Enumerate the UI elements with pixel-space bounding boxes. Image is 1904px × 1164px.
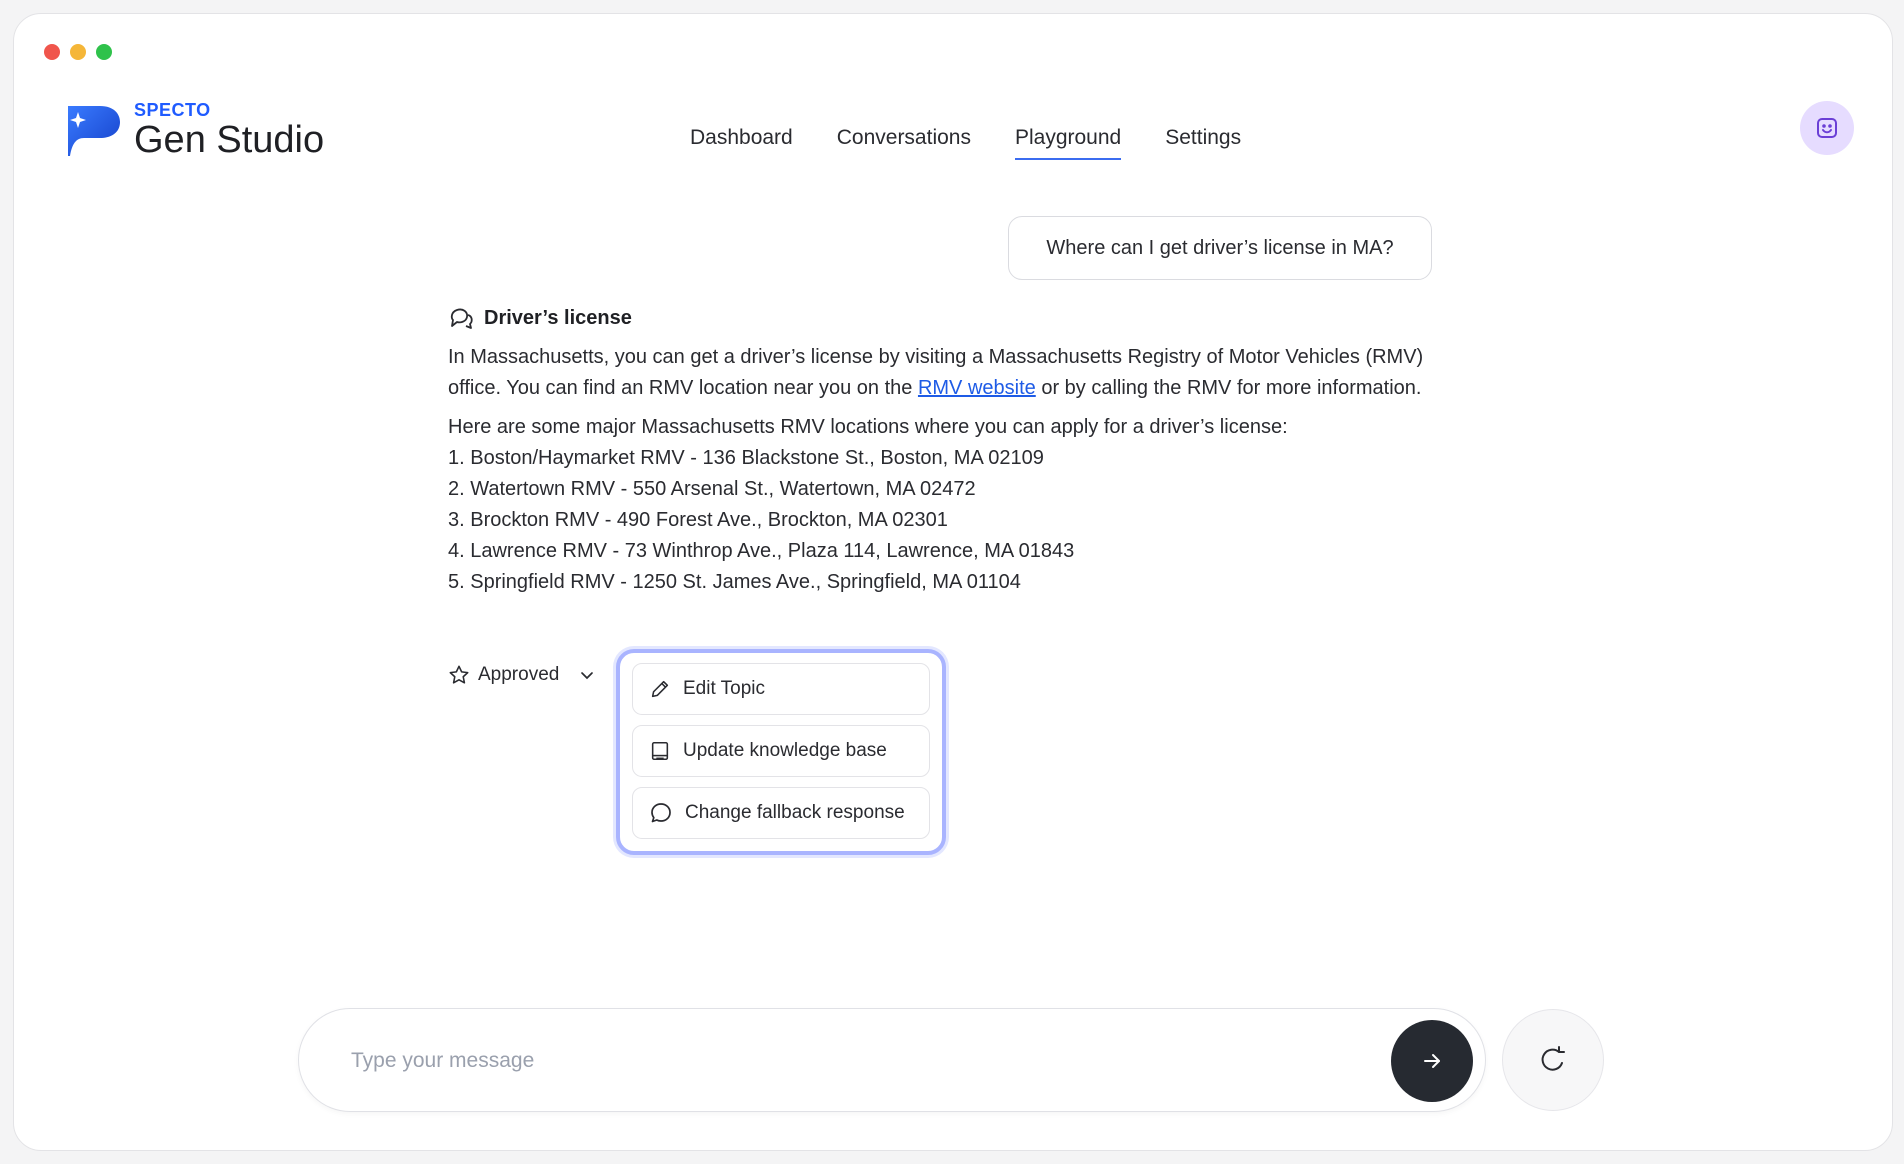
list-item: 1. Boston/Haymarket RMV - 136 Blackstone… — [448, 447, 1044, 469]
top-nav: Dashboard Conversations Playground Setti… — [690, 126, 1241, 160]
assistant-answer: Driver’s license In Massachusetts, you c… — [448, 306, 1438, 598]
answer-text-after-link: or by calling the RMV for more informati… — [1035, 377, 1422, 399]
window-controls — [44, 44, 112, 60]
list-item: 3. Brockton RMV - 490 Forest Ave., Brock… — [448, 509, 948, 531]
actions-menu: Edit Topic Update knowledge base Change … — [616, 649, 946, 855]
specto-logo-icon — [68, 106, 120, 156]
nav-settings[interactable]: Settings — [1165, 126, 1241, 160]
answer-topic-header: Driver’s license — [448, 306, 1438, 330]
list-item: 5. Springfield RMV - 1250 St. James Ave.… — [448, 571, 1021, 593]
smiley-icon — [1817, 118, 1837, 138]
chat-bubble-icon — [651, 803, 671, 823]
nav-playground[interactable]: Playground — [1014, 126, 1122, 160]
status-label: Approved — [478, 664, 560, 685]
update-knowledge-base-button[interactable]: Update knowledge base — [632, 725, 930, 777]
arrow-right-icon — [1424, 1054, 1440, 1068]
message-composer — [298, 1008, 1486, 1112]
rmv-website-link[interactable]: RMV website — [918, 377, 1036, 399]
edit-topic-button[interactable]: Edit Topic — [632, 663, 930, 715]
book-icon — [651, 741, 669, 761]
close-window-button[interactable] — [44, 44, 60, 60]
user-avatar[interactable] — [1800, 101, 1854, 155]
product-name: Gen Studio — [134, 119, 325, 161]
user-message-bubble: Where can I get driver’s license in MA? — [1008, 216, 1432, 280]
change-fallback-response-button[interactable]: Change fallback response — [632, 787, 930, 839]
answer-paragraph: In Massachusetts, you can get a driver’s… — [448, 342, 1438, 404]
pencil-icon — [651, 680, 669, 698]
nav-conversations[interactable]: Conversations — [837, 126, 971, 160]
change-fallback-response-label: Change fallback response — [685, 802, 905, 823]
chat-bubbles-icon — [450, 308, 473, 329]
answer-list-intro: Here are some major Massachusetts RMV lo… — [448, 416, 1288, 438]
approval-status-dropdown[interactable]: Approved — [448, 664, 595, 686]
reset-conversation-button[interactable] — [1502, 1009, 1604, 1111]
minimize-window-button[interactable] — [70, 44, 86, 60]
list-item: 4. Lawrence RMV - 73 Winthrop Ave., Plaz… — [448, 540, 1075, 562]
list-item: 2. Watertown RMV - 550 Arsenal St., Wate… — [448, 478, 976, 500]
brand-name: SPECTO — [134, 100, 211, 120]
star-icon — [449, 665, 469, 684]
send-button[interactable] — [1391, 1020, 1473, 1102]
chevron-down-icon — [581, 672, 594, 680]
update-knowledge-base-label: Update knowledge base — [683, 740, 887, 761]
app-logo[interactable]: SPECTO Gen Studio — [64, 100, 324, 160]
maximize-window-button[interactable] — [96, 44, 112, 60]
refresh-icon — [1541, 1046, 1565, 1071]
message-input[interactable] — [351, 1039, 1331, 1083]
topic-title: Driver’s license — [484, 306, 632, 329]
nav-dashboard[interactable]: Dashboard — [690, 126, 793, 160]
edit-topic-label: Edit Topic — [683, 678, 766, 699]
